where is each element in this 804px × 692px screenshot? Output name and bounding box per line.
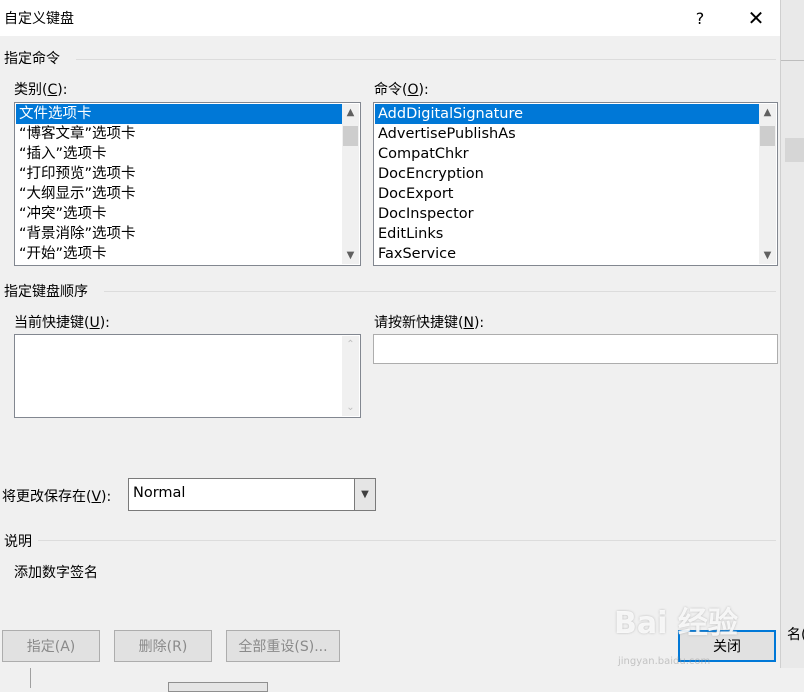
background-divider — [30, 668, 31, 688]
current-keys-scrollbar: ⌃ ⌄ — [342, 336, 359, 416]
new-key-label: 请按新快捷键(N): — [374, 315, 485, 331]
background-label: 名( — [787, 627, 804, 643]
current-keys-label: 当前快捷键(U): — [14, 315, 110, 331]
chevron-down-icon[interactable]: ▼ — [759, 247, 776, 264]
chevron-down-icon[interactable]: ▼ — [342, 247, 359, 264]
list-item[interactable]: “冲突”选项卡 — [16, 204, 343, 224]
list-item[interactable]: EditLinks — [375, 224, 760, 244]
background-window-bottom — [0, 668, 804, 692]
background-divider — [781, 60, 804, 61]
baidu-watermark-url: jingyan.baidu.com — [618, 656, 711, 667]
group-divider — [104, 291, 776, 292]
scroll-thumb[interactable] — [343, 126, 358, 146]
close-icon[interactable]: ✕ — [742, 4, 770, 32]
chevron-up-icon[interactable]: ▲ — [759, 104, 776, 121]
reset-all-button[interactable]: 全部重设(S)... — [226, 630, 340, 662]
list-item[interactable]: FaxService — [375, 244, 760, 264]
customize-keyboard-dialog: 自定义键盘 ? ✕ 指定命令 类别(C): 文件选项卡 “博客文章”选项卡 “插入”… — [0, 0, 780, 668]
commands-scrollbar[interactable]: ▲ ▼ — [759, 104, 776, 264]
save-in-select[interactable]: Normal ▼ — [128, 478, 376, 511]
keyboard-sequence-group-label: 指定键盘顺序 — [4, 284, 88, 300]
assign-button[interactable]: 指定(A) — [2, 630, 100, 662]
commands-listbox[interactable]: AddDigitalSignature AdvertisePublishAs Com… — [373, 102, 778, 266]
title-bar: 自定义键盘 ? ✕ — [0, 0, 780, 36]
list-item[interactable]: DocEncryption — [375, 164, 760, 184]
chevron-down-icon[interactable]: ▼ — [354, 479, 375, 510]
list-item[interactable]: 文件选项卡 — [16, 104, 343, 124]
list-item[interactable]: DocInspector — [375, 204, 760, 224]
list-item[interactable]: “开始”选项卡 — [16, 244, 343, 264]
group-divider — [76, 59, 776, 60]
specify-command-group-label: 指定命令 — [4, 51, 60, 67]
categories-list: 文件选项卡 “博客文章”选项卡 “插入”选项卡 “打印预览”选项卡 “大纲显示”选项卡 “… — [16, 104, 343, 264]
list-item[interactable]: “打印预览”选项卡 — [16, 164, 343, 184]
list-item[interactable]: “博客文章”选项卡 — [16, 124, 343, 144]
save-in-label: 将更改保存在(V): — [2, 489, 112, 505]
chevron-up-icon[interactable]: ▲ — [342, 104, 359, 121]
list-item[interactable]: “大纲显示”选项卡 — [16, 184, 343, 204]
new-key-input[interactable] — [373, 334, 778, 364]
description-text: 添加数字签名 — [14, 565, 98, 581]
categories-label: 类别(C): — [14, 82, 68, 98]
chevron-up-icon: ⌃ — [346, 339, 355, 350]
group-divider — [38, 540, 776, 541]
background-window-right: 名( — [780, 0, 804, 688]
list-item[interactable]: AdvertisePublishAs — [375, 124, 760, 144]
list-item[interactable]: DocExport — [375, 184, 760, 204]
commands-list: AddDigitalSignature AdvertisePublishAs Com… — [375, 104, 760, 264]
chevron-down-icon: ⌄ — [346, 402, 355, 413]
list-item[interactable]: “插入”选项卡 — [16, 144, 343, 164]
save-in-value: Normal — [133, 485, 186, 501]
commands-label: 命令(O): — [374, 82, 429, 98]
help-button[interactable]: ? — [686, 4, 714, 32]
remove-button[interactable]: 删除(R) — [114, 630, 212, 662]
background-button — [168, 682, 268, 692]
dialog-title: 自定义键盘 — [4, 11, 74, 27]
background-selected-row — [785, 138, 804, 162]
categories-listbox[interactable]: 文件选项卡 “博客文章”选项卡 “插入”选项卡 “打印预览”选项卡 “大纲显示”选项卡 “… — [14, 102, 361, 266]
current-keys-listbox[interactable]: ⌃ ⌄ — [14, 334, 361, 418]
list-item[interactable]: CompatChkr — [375, 144, 760, 164]
scroll-thumb[interactable] — [760, 126, 775, 146]
description-group-label: 说明 — [4, 534, 32, 550]
categories-scrollbar[interactable]: ▲ ▼ — [342, 104, 359, 264]
list-item[interactable]: “背景消除”选项卡 — [16, 224, 343, 244]
list-item[interactable]: AddDigitalSignature — [375, 104, 760, 124]
